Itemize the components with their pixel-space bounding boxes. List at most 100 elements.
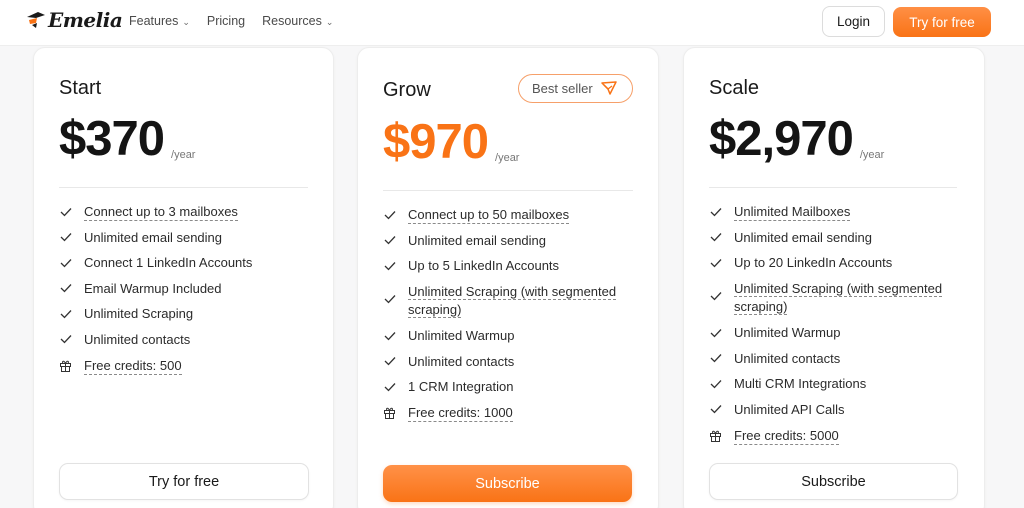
feature-text: Email Warmup Included <box>84 280 222 296</box>
check-icon <box>383 355 396 368</box>
check-icon <box>709 403 722 416</box>
feature-text: Connect 1 LinkedIn Accounts <box>84 255 253 271</box>
feature-item: Email Warmup Included <box>59 280 319 306</box>
feature-text[interactable]: Unlimited Mailboxes <box>734 203 851 221</box>
feature-item: Unlimited Warmup <box>709 324 969 350</box>
plan-price: $370 <box>59 112 165 166</box>
logo-mark-icon <box>27 12 45 28</box>
gift-icon <box>709 429 722 442</box>
feature-item: Unlimited contacts <box>709 350 969 376</box>
nav-label: Features <box>129 14 179 28</box>
feature-item: Unlimited Scraping <box>59 305 319 331</box>
nav-item-resources[interactable]: Resources ⌄ <box>262 14 333 28</box>
feature-item: Connect up to 3 mailboxes <box>59 203 319 229</box>
check-icon <box>383 208 396 221</box>
feature-text: Unlimited API Calls <box>734 401 845 417</box>
feature-text[interactable]: Free credits: 5000 <box>734 427 839 445</box>
feature-text[interactable]: Connect up to 50 mailboxes <box>408 206 570 224</box>
best-seller-badge: Best seller <box>518 74 633 103</box>
check-icon <box>59 333 72 346</box>
feature-text: Unlimited contacts <box>84 331 191 347</box>
feature-text-line: Unlimited Scraping (with segmented <box>408 283 617 300</box>
feature-item: Unlimited email sending <box>59 229 319 255</box>
divider <box>709 187 957 188</box>
gift-icon <box>59 359 72 372</box>
pricing-card-start: Start $370 /year Connect up to 3 mailbox… <box>33 47 334 508</box>
badge-label: Best seller <box>532 81 593 96</box>
feature-text[interactable]: Free credits: 500 <box>84 357 182 375</box>
check-icon <box>709 205 722 218</box>
check-icon <box>709 290 722 303</box>
feature-text: Unlimited Scraping <box>84 306 194 322</box>
nav-label: Resources <box>262 14 322 28</box>
feature-item: Unlimited Scraping (with segmented scrapi… <box>383 283 643 327</box>
feature-item: Unlimited Warmup <box>383 327 643 353</box>
feature-text: Unlimited Warmup <box>408 328 515 344</box>
feature-text[interactable]: Unlimited Scraping (with segmented scrapi… <box>734 280 943 316</box>
check-icon <box>709 326 722 339</box>
feature-text: Unlimited contacts <box>408 353 515 369</box>
price-row: $2,970 /year <box>709 115 884 164</box>
chevron-down-icon: ⌄ <box>325 16 334 27</box>
feature-list: Unlimited Mailboxes Unlimited email send… <box>709 203 969 452</box>
feature-item: 1 CRM Integration <box>383 378 643 404</box>
check-icon <box>59 256 72 269</box>
feature-item: Up to 5 LinkedIn Accounts <box>383 257 643 283</box>
feature-text: Up to 20 LinkedIn Accounts <box>734 255 893 271</box>
feature-item: Unlimited email sending <box>383 232 643 258</box>
brand-name: Emelia <box>48 8 123 32</box>
plan-price: $2,970 <box>709 112 854 166</box>
check-icon <box>383 329 396 342</box>
feature-item: Connect up to 50 mailboxes <box>383 206 643 232</box>
check-icon <box>709 256 722 269</box>
rocket-icon <box>600 81 617 95</box>
feature-text: 1 CRM Integration <box>408 379 514 395</box>
check-icon <box>709 231 722 244</box>
feature-item: Free credits: 500 <box>59 357 319 383</box>
feature-text: Up to 5 LinkedIn Accounts <box>408 258 560 274</box>
try-for-free-button[interactable]: Try for free <box>893 7 991 37</box>
check-icon <box>59 307 72 320</box>
feature-item: Multi CRM Integrations <box>709 375 969 401</box>
feature-text: Multi CRM Integrations <box>734 376 867 392</box>
feature-text-line: Unlimited Scraping (with segmented <box>734 280 943 297</box>
feature-item: Unlimited email sending <box>709 229 969 255</box>
check-icon <box>383 293 396 306</box>
feature-text-line: scraping) <box>408 301 462 318</box>
try-for-free-plan-button[interactable]: Try for free <box>59 463 309 500</box>
feature-text[interactable]: Free credits: 1000 <box>408 404 513 422</box>
nav-item-features[interactable]: Features ⌄ <box>129 14 190 28</box>
feature-text: Unlimited email sending <box>84 229 223 245</box>
check-icon <box>59 231 72 244</box>
feature-item: Unlimited contacts <box>383 353 643 379</box>
plan-name: Grow <box>383 79 431 101</box>
feature-list: Connect up to 50 mailboxes Unlimited ema… <box>383 206 643 430</box>
feature-item: Free credits: 5000 <box>709 427 969 453</box>
check-icon <box>383 380 396 393</box>
nav-item-pricing[interactable]: Pricing <box>207 14 245 28</box>
feature-text: Unlimited email sending <box>734 229 873 245</box>
feature-item: Unlimited API Calls <box>709 401 969 427</box>
brand-logo[interactable]: Emelia <box>26 7 123 33</box>
divider <box>383 190 633 191</box>
check-icon <box>709 352 722 365</box>
price-period: /year <box>495 152 520 164</box>
feature-text[interactable]: Unlimited Scraping (with segmented scrapi… <box>408 283 617 319</box>
feature-item: Free credits: 1000 <box>383 404 643 430</box>
feature-text[interactable]: Connect up to 3 mailboxes <box>84 203 238 221</box>
feature-item: Up to 20 LinkedIn Accounts <box>709 254 969 280</box>
feature-item: Unlimited Mailboxes <box>709 203 969 229</box>
subscribe-button[interactable]: Subscribe <box>383 465 632 502</box>
check-icon <box>59 282 72 295</box>
top-navbar: Emelia Features ⌄ Pricing Resources ⌄ Lo… <box>0 0 1024 46</box>
subscribe-button[interactable]: Subscribe <box>709 463 958 500</box>
chevron-down-icon: ⌄ <box>182 16 190 27</box>
price-row: $370 /year <box>59 115 195 164</box>
feature-list: Connect up to 3 mailboxes Unlimited emai… <box>59 203 319 382</box>
price-period: /year <box>171 149 196 161</box>
pricing-card-scale: Scale $2,970 /year Unlimited Mailboxes U… <box>683 47 985 508</box>
feature-text: Unlimited Warmup <box>734 325 841 341</box>
login-button[interactable]: Login <box>822 6 885 37</box>
main-nav: Features ⌄ Pricing Resources ⌄ <box>129 14 350 28</box>
feature-text: Unlimited email sending <box>408 232 547 248</box>
